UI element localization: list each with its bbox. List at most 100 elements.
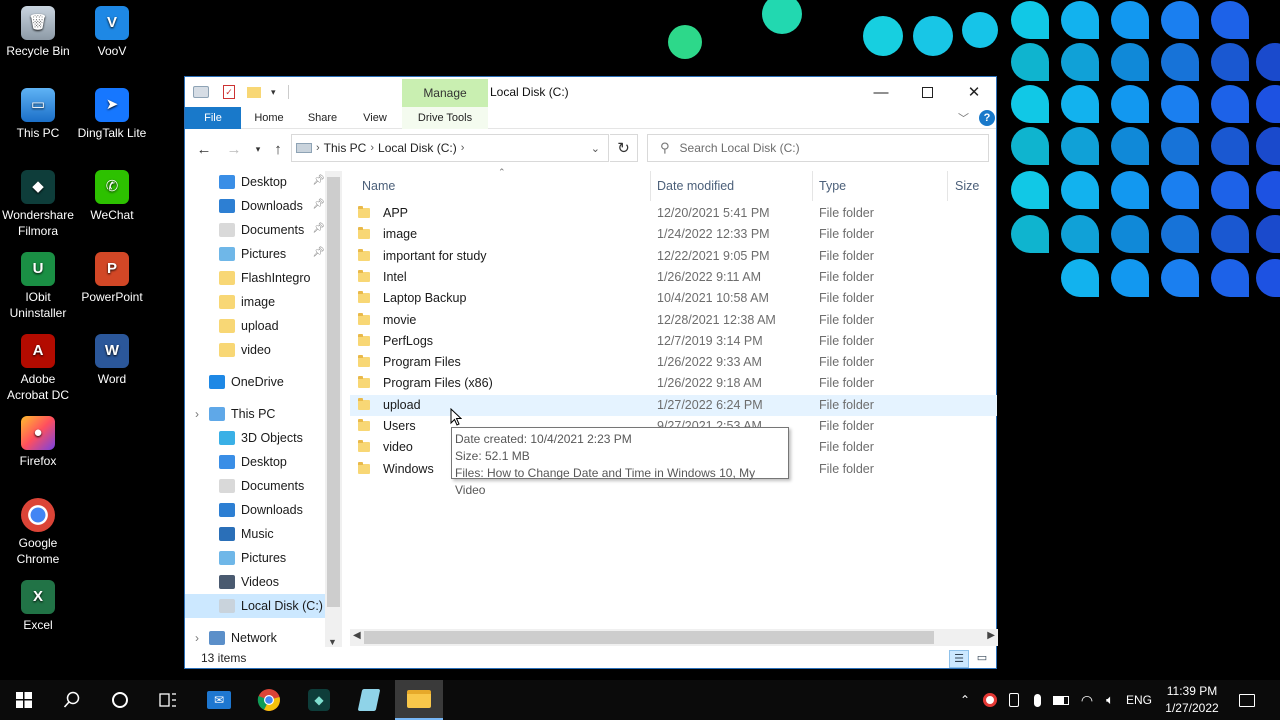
desktop-icon[interactable]: ✆ WeChat [74, 170, 150, 223]
chevron-right-icon[interactable]: › [195, 407, 199, 421]
up-button[interactable]: ↑ [267, 138, 289, 160]
show-hidden-icons-button[interactable]: ⌃ [956, 680, 974, 720]
file-row[interactable]: image 1/24/2022 12:33 PM File folder [350, 224, 997, 245]
address-bar[interactable]: › This PC › Local Disk (C:) › ⌄ [291, 134, 609, 162]
desktop-icon[interactable]: W Word [74, 334, 150, 387]
column-header-date-modified[interactable]: Date modified [657, 179, 734, 193]
minimize-button[interactable]: — [858, 77, 904, 107]
desktop-icon[interactable]: U IObit Uninstaller [0, 252, 76, 321]
file-row[interactable]: upload 1/27/2022 6:24 PM File folder [350, 394, 997, 416]
nav-scrollbar-thumb[interactable] [327, 177, 340, 607]
nav-this-pc-item[interactable]: Documents [185, 474, 325, 498]
tab-file[interactable]: File [185, 107, 241, 129]
back-button[interactable]: ← [193, 138, 215, 160]
nav-quick-access-item[interactable]: video [185, 338, 325, 362]
task-view-button[interactable] [144, 680, 192, 720]
desktop-icon[interactable]: ➤ DingTalk Lite [74, 88, 150, 141]
scroll-left-icon[interactable]: ◀ [353, 630, 361, 641]
search-button[interactable] [48, 680, 96, 720]
expand-ribbon-icon[interactable]: ﹀ [958, 110, 969, 126]
taskbar-filmora[interactable]: ◆ [295, 680, 343, 720]
breadcrumb-this-pc[interactable]: This PC [324, 141, 367, 155]
nav-this-pc-item[interactable]: 3D Objects [185, 426, 325, 450]
nav-this-pc-item[interactable]: Downloads [185, 498, 325, 522]
column-header-name[interactable]: Name [362, 179, 395, 193]
file-row[interactable]: Intel 1/26/2022 9:11 AM File folder [350, 267, 997, 288]
nav-this-pc-item[interactable]: Local Disk (C:) [185, 594, 325, 618]
file-row[interactable]: Program Files (x86) 1/26/2022 9:18 AM File… [350, 373, 997, 394]
maximize-button[interactable] [904, 77, 950, 107]
file-row[interactable]: APP 12/20/2021 5:41 PM File folder [350, 203, 997, 224]
tray-language[interactable]: ENG [1124, 680, 1154, 720]
file-row[interactable]: PerfLogs 12/7/2019 3:14 PM File folder [350, 331, 997, 352]
desktop-icon[interactable]: P PowerPoint [74, 252, 150, 305]
nav-scrollbar[interactable]: ▼ [325, 171, 342, 647]
desktop-icon[interactable]: 🗑 Recycle Bin [0, 6, 76, 59]
nav-quick-access-item[interactable]: upload [185, 314, 325, 338]
nav-this-pc[interactable]: › This PC [185, 402, 325, 426]
file-row[interactable]: Program Files 1/26/2022 9:33 AM File folde… [350, 352, 997, 373]
cortana-button[interactable] [96, 680, 144, 720]
tab-home[interactable]: Home [245, 107, 293, 129]
tray-battery[interactable] [1050, 680, 1072, 720]
nav-this-pc-item[interactable]: Music [185, 522, 325, 546]
desktop-icon[interactable]: ● Firefox [0, 416, 76, 469]
tab-drive-tools[interactable]: Drive Tools [402, 107, 488, 129]
address-dropdown-icon[interactable]: ⌄ [591, 142, 600, 155]
tab-share[interactable]: Share [300, 107, 345, 129]
refresh-button[interactable]: ↻ [610, 134, 638, 162]
nav-this-pc-item[interactable]: Desktop [185, 450, 325, 474]
properties-icon[interactable]: ✓ [223, 85, 235, 99]
large-icons-view-icon[interactable]: ▭ [972, 650, 992, 668]
file-row[interactable]: movie 12/28/2021 12:38 AM File folder [350, 310, 997, 331]
horizontal-scrollbar[interactable]: ◀ ▶ [350, 629, 998, 646]
horizontal-scrollbar-thumb[interactable] [364, 631, 934, 644]
action-center-button[interactable] [1234, 680, 1260, 720]
column-header-size[interactable]: Size [955, 179, 979, 193]
manage-tab[interactable]: Manage [402, 79, 488, 107]
desktop-icon[interactable]: X Excel [0, 580, 76, 633]
nav-quick-access-item[interactable]: Documents 📌︎ [185, 218, 325, 242]
nav-quick-access-item[interactable]: Downloads 📌︎ [185, 194, 325, 218]
tray-recorder[interactable] [980, 680, 1000, 720]
tray-wifi[interactable]: ◠ [1076, 680, 1098, 720]
scroll-right-icon[interactable]: ▶ [987, 630, 995, 641]
scroll-down-icon[interactable]: ▼ [328, 637, 337, 647]
taskbar-clock[interactable]: 11:39 PM 1/27/2022 [1158, 683, 1226, 717]
desktop-icon[interactable]: A Adobe Acrobat DC [0, 334, 76, 403]
tab-view[interactable]: View [353, 107, 397, 129]
column-divider[interactable] [650, 171, 651, 201]
taskbar-file-explorer[interactable] [395, 680, 443, 720]
customize-quick-access-icon[interactable]: ▾ [271, 87, 276, 98]
forward-button[interactable]: → [223, 138, 245, 160]
column-divider[interactable] [812, 171, 813, 201]
desktop-icon[interactable]: ▭ This PC [0, 88, 76, 141]
column-header-type[interactable]: Type [819, 179, 846, 193]
desktop-icon[interactable]: V VooV [74, 6, 150, 59]
new-folder-icon[interactable] [247, 86, 261, 98]
close-button[interactable]: ✕ [951, 77, 997, 107]
desktop-icon[interactable]: ◆ Wondershare Filmora [0, 170, 76, 239]
details-view-icon[interactable]: ☰ [949, 650, 969, 668]
nav-onedrive[interactable]: OneDrive [185, 370, 325, 394]
taskbar-chrome[interactable] [245, 680, 293, 720]
help-icon[interactable]: ? [979, 110, 995, 126]
chevron-right-icon[interactable]: › [195, 631, 199, 645]
tray-device[interactable] [1004, 680, 1024, 720]
nav-quick-access-item[interactable]: Pictures 📌︎ [185, 242, 325, 266]
file-row[interactable]: Laptop Backup 10/4/2021 10:58 AM File fold… [350, 288, 997, 309]
taskbar-notes-app[interactable] [345, 680, 393, 720]
taskbar-mail[interactable]: ✉ [195, 680, 243, 720]
nav-network[interactable]: › Network [185, 626, 325, 647]
nav-quick-access-item[interactable]: FlashIntegro [185, 266, 325, 290]
nav-this-pc-item[interactable]: Pictures [185, 546, 325, 570]
tray-volume[interactable]: 🔈︎ [1100, 680, 1120, 720]
recent-locations-button[interactable]: ▾ [247, 138, 269, 160]
desktop-icon[interactable]: Google Chrome [0, 498, 76, 567]
breadcrumb-local-disk[interactable]: Local Disk (C:) [378, 141, 457, 155]
column-divider[interactable] [947, 171, 948, 201]
search-box[interactable]: ⚲ Search Local Disk (C:) [647, 134, 989, 162]
nav-quick-access-item[interactable]: image [185, 290, 325, 314]
start-button[interactable] [0, 680, 48, 720]
tray-microphone[interactable] [1028, 680, 1046, 720]
